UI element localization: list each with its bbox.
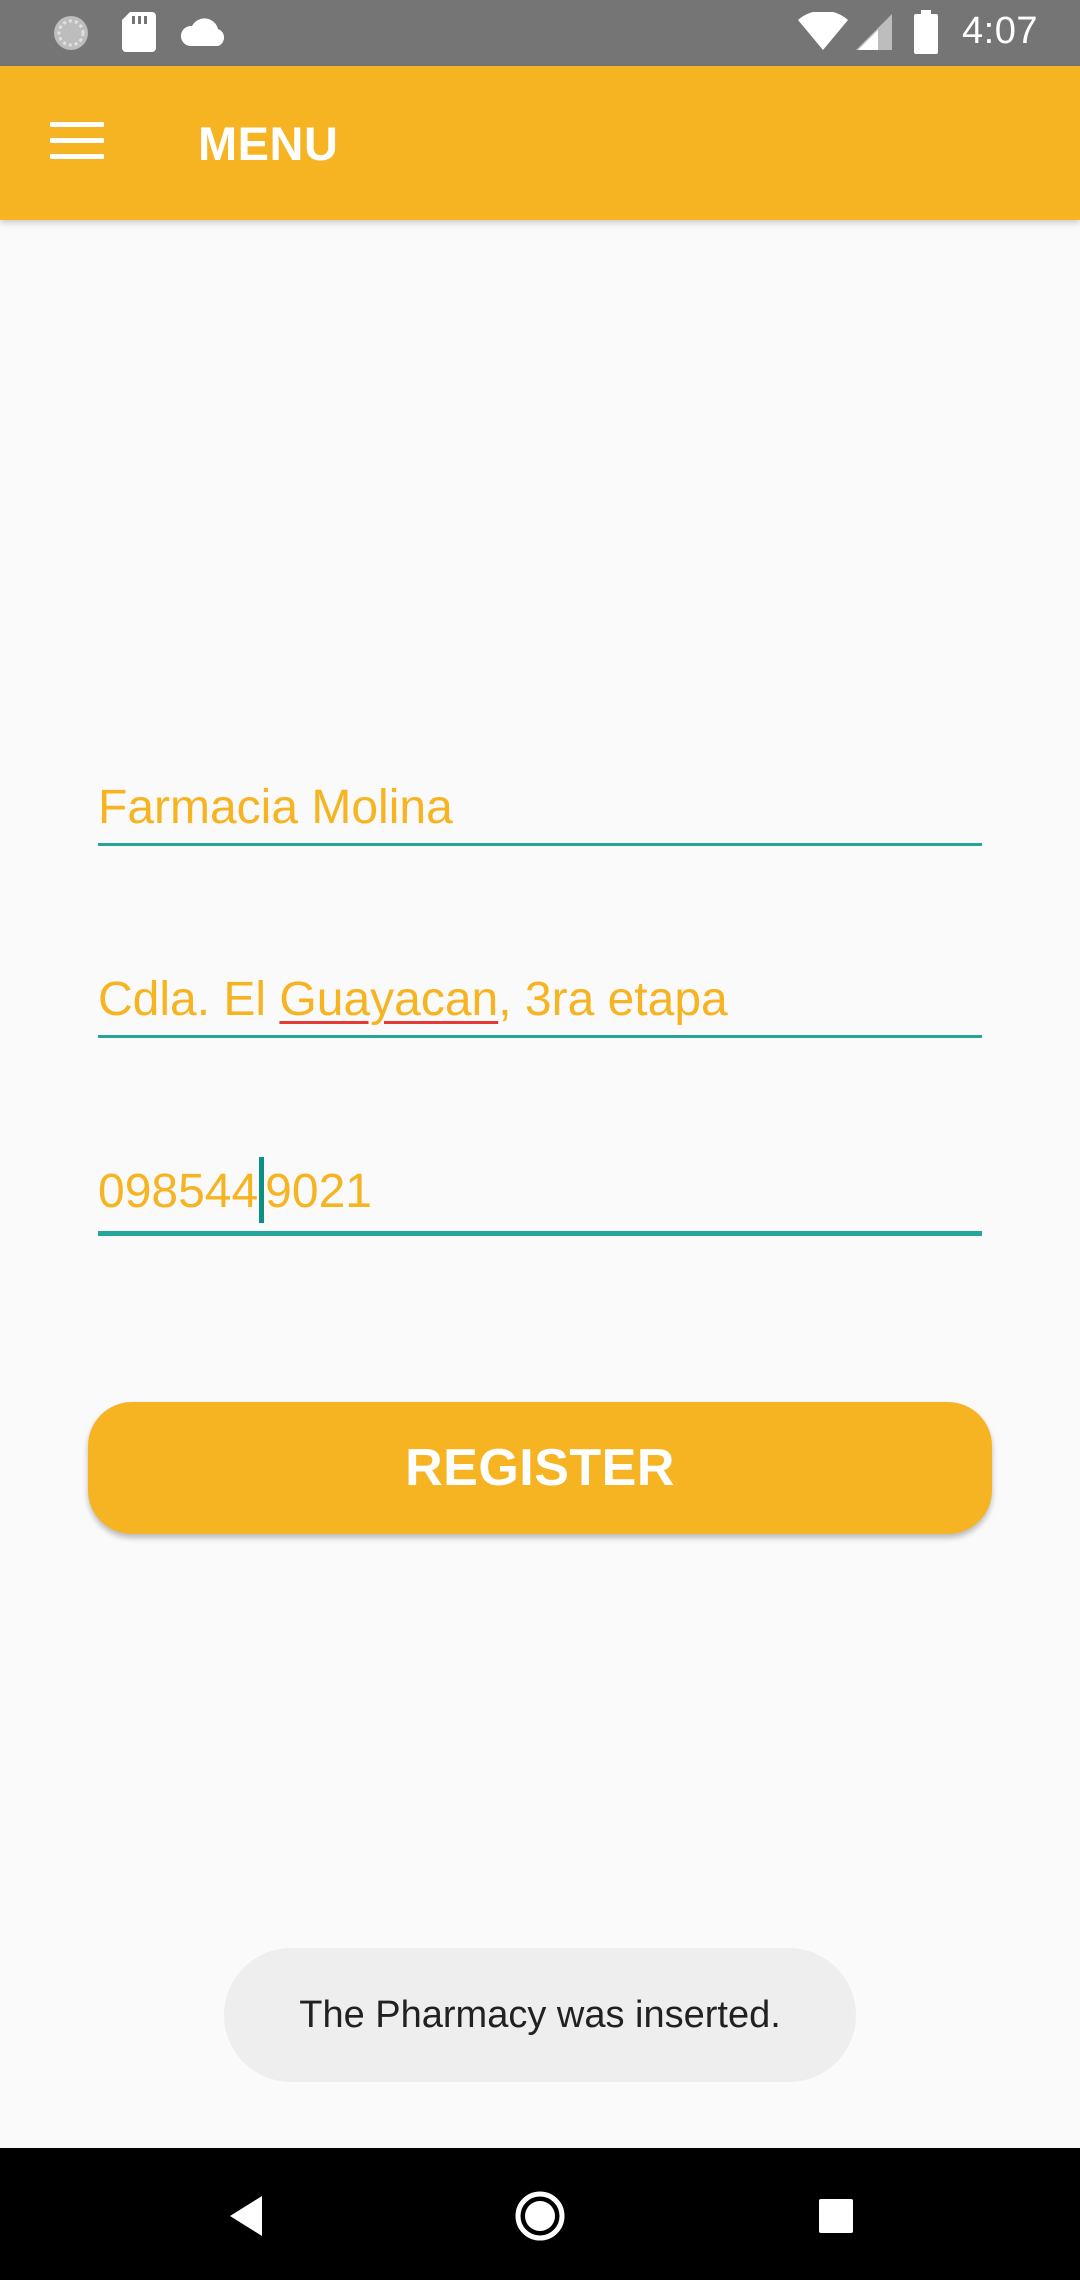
app-title: MENU [198, 117, 339, 170]
sd-card-icon [122, 12, 156, 52]
pharmacy-phone-field[interactable]: 098544 9021 [98, 1157, 982, 1237]
home-icon[interactable] [512, 2188, 568, 2244]
toast: The Pharmacy was inserted. [224, 1948, 856, 2082]
wifi-icon [798, 12, 848, 50]
register-button[interactable]: REGISTER [88, 1402, 992, 1534]
recents-icon[interactable] [808, 2188, 864, 2244]
pharmacy-address-value: Cdla. El Guayacan, 3ra etapa [98, 972, 982, 1035]
battery-icon [914, 10, 938, 54]
pharmacy-name-field[interactable]: Farmacia Molina [98, 780, 982, 846]
cloud-icon [180, 18, 225, 46]
back-icon[interactable] [220, 2188, 276, 2244]
pharmacy-phone-value: 098544 9021 [98, 1157, 982, 1231]
address-part-misspelled: Guayacan [279, 973, 499, 1026]
screen: 4:07 MENU Farmacia Molina Cdla. El Guaya… [0, 0, 1080, 2280]
address-part-1: Cdla. El [98, 973, 280, 1026]
hamburger-menu-icon[interactable] [50, 122, 104, 162]
pharmacy-name-value: Farmacia Molina [98, 781, 453, 834]
status-time: 4:07 [962, 10, 1038, 52]
sync-icon [54, 16, 88, 50]
text-cursor [259, 1157, 265, 1224]
status-bar: 4:07 [0, 0, 1080, 66]
navigation-bar [0, 2148, 1080, 2280]
phone-before-cursor: 098544 [98, 1165, 259, 1218]
toast-message: The Pharmacy was inserted. [299, 1993, 781, 2036]
address-part-3: , 3ra etapa [498, 973, 728, 1026]
cell-signal-icon [856, 14, 892, 50]
phone-after-cursor: 9021 [265, 1165, 372, 1218]
app-bar: MENU [0, 66, 1080, 220]
pharmacy-address-field[interactable]: Cdla. El Guayacan, 3ra etapa [98, 972, 982, 1038]
